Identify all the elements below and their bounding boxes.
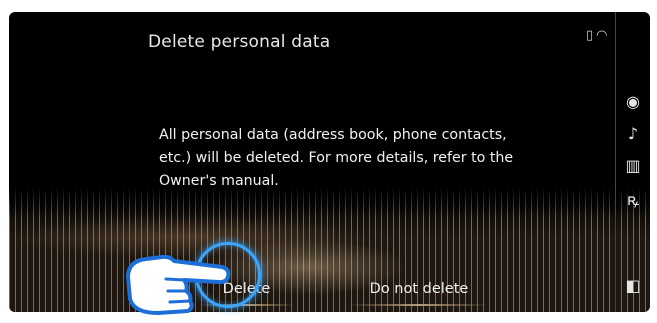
climate-icon[interactable]: ꝶ xyxy=(621,188,645,210)
phone-disconnected-icon: ▯ xyxy=(586,28,594,43)
wifi-icon: ◠ xyxy=(596,28,608,43)
infotainment-screen: Delete personal data ▯ ◠ ◉ ♪ ▥ ꝶ ◧ All p… xyxy=(9,12,650,312)
navigation-icon[interactable]: ◉ xyxy=(621,92,645,111)
do-not-delete-button[interactable]: Do not delete xyxy=(339,274,499,306)
page-title: Delete personal data xyxy=(148,32,331,52)
confirmation-message: All personal data (address book, phone c… xyxy=(159,127,514,189)
equalizer-icon[interactable]: ▥ xyxy=(621,156,645,175)
do-not-delete-button-underline xyxy=(349,304,489,306)
background-wave-decoration xyxy=(9,187,650,312)
display-icon[interactable]: ◧ xyxy=(621,276,645,295)
do-not-delete-button-label: Do not delete xyxy=(369,281,469,297)
status-bar: ▯ ◠ xyxy=(586,28,608,43)
music-note-icon[interactable]: ♪ xyxy=(621,124,645,143)
pointing-hand-icon xyxy=(126,254,231,315)
sidebar-divider xyxy=(615,12,616,312)
